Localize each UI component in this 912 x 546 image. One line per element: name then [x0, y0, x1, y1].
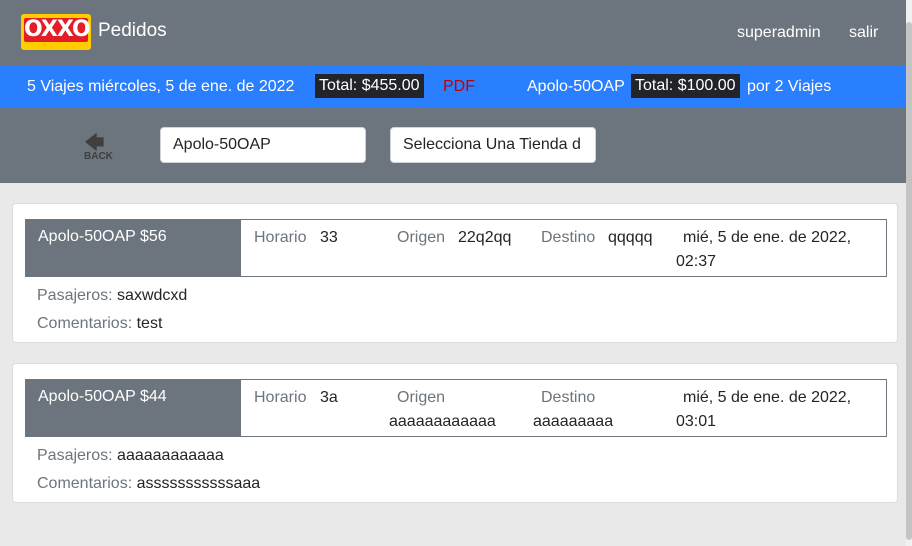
trip-title: Apolo-50OAP $44	[38, 388, 167, 405]
back-arrow-icon: 🡄	[84, 132, 105, 154]
horario-value: 33	[320, 229, 338, 246]
trip-title-cell: Apolo-50OAP $44	[26, 380, 241, 436]
trip-card: Apolo-50OAP $56 Horario 33 Origen 22q2qq…	[12, 203, 898, 343]
vehicle-name: Apolo-50OAP	[527, 78, 625, 95]
trip-time: 03:01	[676, 413, 717, 430]
pdf-link[interactable]: PDF	[443, 78, 475, 96]
app-title[interactable]: Pedidos	[98, 20, 167, 42]
trips-count: por 2 Viajes	[747, 78, 832, 95]
trip-title-cell: Apolo-50OAP $56	[26, 220, 241, 276]
total-badge: Total: $455.00	[315, 74, 424, 98]
logout-link[interactable]: salir	[849, 24, 878, 42]
trip-date: mié, 5 de ene. de 2022,	[683, 229, 852, 246]
passengers-value: aaaaaaaaaaaa	[117, 447, 224, 464]
comments-label: Comentarios:	[37, 315, 133, 332]
passengers-value: saxwdcxd	[117, 287, 188, 304]
comments-line: Comentarios: asssssssssssaaa	[37, 475, 260, 493]
current-user[interactable]: superadmin	[737, 24, 821, 42]
store-select[interactable]: Selecciona Una Tienda d	[390, 127, 596, 163]
comments-line: Comentarios: test	[37, 315, 162, 333]
trips-summary: 5 Viajes miércoles, 5 de ene. de 2022	[27, 78, 295, 95]
trip-card: Apolo-50OAP $44 Horario 3a Origen aaaaaa…	[12, 363, 898, 503]
filter-bar: 🡄 BACK Selecciona Una Tienda d	[0, 107, 906, 183]
scrollbar-thumb[interactable]	[906, 22, 912, 540]
horario-value: 3a	[320, 389, 338, 406]
destino-label: Destino	[541, 389, 596, 406]
comments-label: Comentarios:	[37, 475, 133, 492]
horario-label: Horario	[254, 389, 307, 406]
passengers-line: Pasajeros: aaaaaaaaaaaa	[37, 447, 224, 465]
trip-row: Apolo-50OAP $44 Horario 3a Origen aaaaaa…	[25, 379, 887, 437]
destino-label: Destino	[541, 229, 596, 246]
origen-value: aaaaaaaaaaaa	[389, 413, 496, 430]
summary-bar: 5 Viajes miércoles, 5 de ene. de 2022 To…	[0, 66, 906, 107]
vehicle-total-badge: Total: $100.00	[631, 74, 740, 98]
trip-time: 02:37	[676, 253, 717, 270]
oxxo-logo-text: OXXO	[24, 17, 91, 42]
comments-value: asssssssssssaaa	[136, 475, 261, 492]
passengers-label: Pasajeros:	[37, 447, 113, 464]
oxxo-logo[interactable]: OXXO	[21, 14, 91, 50]
trip-title: Apolo-50OAP $56	[38, 228, 167, 245]
passengers-line: Pasajeros: saxwdcxd	[37, 287, 187, 305]
back-button[interactable]: 🡄 BACK	[78, 131, 118, 165]
trip-row: Apolo-50OAP $56 Horario 33 Origen 22q2qq…	[25, 219, 887, 277]
origen-label: Origen	[397, 229, 446, 246]
back-label: BACK	[84, 151, 113, 162]
origen-label: Origen	[397, 389, 446, 406]
top-navbar: OXXO Pedidos superadmin salir	[0, 0, 906, 66]
trip-date: mié, 5 de ene. de 2022,	[683, 389, 852, 406]
origen-value: 22q2qq	[458, 229, 512, 246]
destino-value: aaaaaaaaa	[533, 413, 614, 430]
comments-value: test	[136, 315, 163, 332]
vehicle-input[interactable]	[160, 127, 366, 163]
passengers-label: Pasajeros:	[37, 287, 113, 304]
horario-label: Horario	[254, 229, 307, 246]
destino-value: qqqqq	[608, 229, 653, 246]
